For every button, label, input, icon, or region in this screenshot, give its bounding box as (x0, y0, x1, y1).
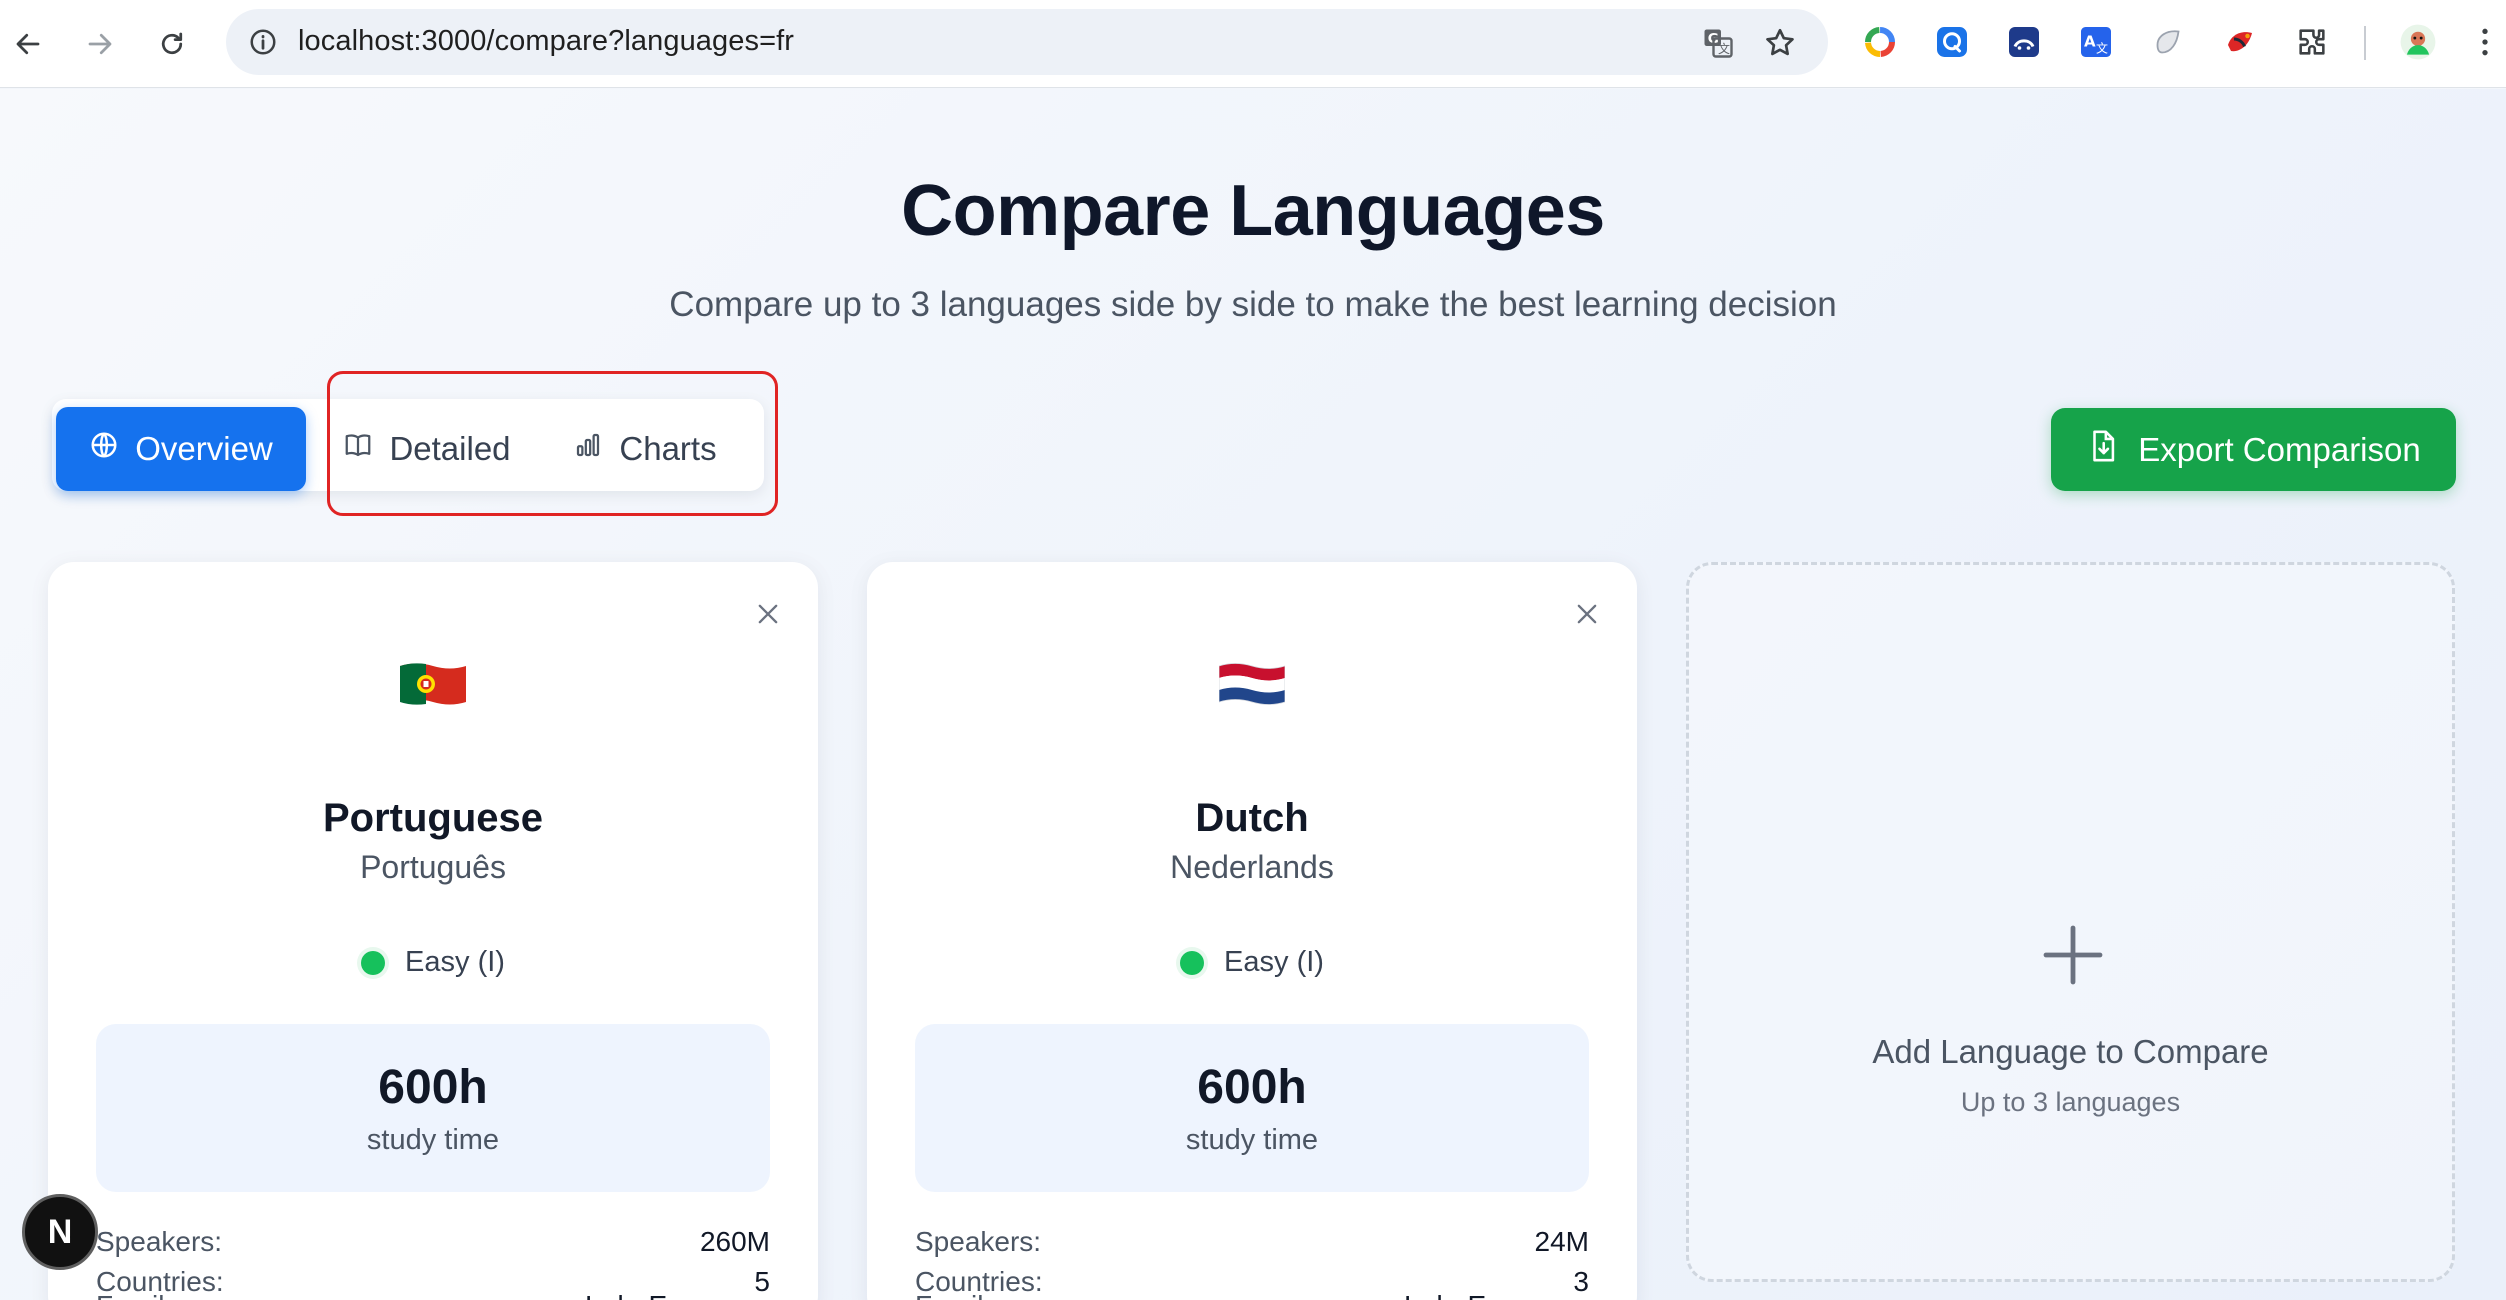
globe-icon (89, 430, 119, 468)
stat-value: 5 (754, 1266, 770, 1297)
tab-label: Charts (619, 430, 717, 467)
page-subtitle: Compare up to 3 languages side by side t… (669, 285, 1837, 324)
remove-language-close-icon[interactable] (1565, 592, 1609, 636)
tab-charts[interactable]: Charts (560, 407, 730, 491)
study-time-label: study time (1185, 1124, 1319, 1156)
language-card-dutch: Dutch Nederlands Easy (I) 600h study tim… (867, 562, 1637, 1300)
stat-row-speakers: Speakers: 260M (96, 1222, 770, 1262)
bookmark-star-icon[interactable] (1760, 23, 1800, 63)
difficulty-dot (361, 950, 386, 975)
add-language-card[interactable]: Add Language to Compare Up to 3 language… (1686, 562, 2455, 1282)
stat-value: 260M (699, 1226, 770, 1257)
stat-label: Countries: (915, 1266, 1043, 1297)
address-bar[interactable]: localhost:3000/compare?languages=fr G文 (226, 9, 1828, 75)
stat-value: 24M (1534, 1226, 1589, 1257)
plus-icon (2037, 919, 2109, 991)
tab-label: Detailed (389, 430, 511, 467)
svg-text:文: 文 (2096, 41, 2108, 56)
stat-value: 3 (1573, 1266, 1589, 1297)
svg-text:文: 文 (1718, 41, 1730, 56)
tab-label: Overview (135, 430, 273, 467)
book-icon (343, 430, 373, 468)
url-text[interactable]: localhost:3000/compare?languages=fr (298, 25, 794, 58)
compare-page: Compare Languages Compare up to 3 langua… (0, 89, 2506, 1300)
red-bird-extension-icon[interactable] (2220, 22, 2260, 62)
remove-language-close-icon[interactable] (746, 592, 790, 636)
extensions-icon[interactable] (2292, 22, 2332, 62)
back-icon[interactable] (2, 18, 54, 70)
language-name: Portuguese (322, 796, 544, 840)
reload-icon[interactable] (146, 18, 198, 70)
stat-label: Speakers: (915, 1226, 1042, 1257)
study-time-box: 600h study time (915, 1024, 1589, 1192)
site-info-icon[interactable] (244, 23, 282, 61)
netherlands-flag-icon (1218, 662, 1286, 706)
language-native-name: Nederlands (1170, 849, 1334, 885)
portugal-flag-icon (400, 662, 466, 706)
study-hours: 600h (378, 1061, 488, 1114)
difficulty-indicator: Easy (I) (48, 946, 818, 979)
difficulty-indicator: Easy (I) (867, 946, 1637, 979)
language-name: Dutch (1195, 796, 1309, 840)
add-language-title: Add Language to Compare (1872, 1033, 2269, 1070)
language-card-portuguese: Portuguese Português Easy (I) 600h study… (48, 562, 818, 1300)
difficulty-label: Easy (I) (405, 946, 505, 978)
chrome-menu-icon[interactable] (2470, 22, 2500, 62)
svg-text:A: A (2084, 33, 2096, 51)
language-native-name: Português (360, 849, 506, 885)
profile-avatar[interactable] (2398, 22, 2438, 62)
nextjs-dev-badge[interactable]: N (22, 1194, 98, 1270)
tab-overview[interactable]: Overview (56, 407, 306, 491)
toolbar-divider (2364, 26, 2366, 60)
blue-chat-extension-icon[interactable] (1932, 22, 1972, 62)
stat-row-countries: Countries: 3 (915, 1262, 1589, 1300)
page-title: Compare Languages (901, 171, 1605, 251)
export-button-label: Export Comparison (2138, 430, 2421, 468)
forward-icon[interactable] (74, 18, 126, 70)
stat-label: Speakers: (96, 1226, 223, 1257)
export-comparison-button[interactable]: Export Comparison (2051, 408, 2456, 491)
stat-label: Countries: (96, 1266, 224, 1297)
translate-extension-icon[interactable]: A文 (2076, 22, 2116, 62)
add-language-subtitle: Up to 3 languages (1960, 1087, 2181, 1117)
study-time-box: 600h study time (96, 1024, 770, 1192)
leaf-extension-icon[interactable] (2148, 22, 2188, 62)
difficulty-label: Easy (I) (1224, 946, 1324, 978)
study-time-label: study time (366, 1124, 500, 1156)
study-hours: 600h (1197, 1061, 1307, 1114)
browser-toolbar: localhost:3000/compare?languages=fr G文 A… (0, 0, 2506, 88)
bar-chart-icon (573, 430, 603, 468)
stat-row-countries: Countries: 5 (96, 1262, 770, 1300)
translate-icon[interactable]: G文 (1698, 23, 1738, 63)
stat-row-speakers: Speakers: 24M (915, 1222, 1589, 1262)
file-download-icon (2086, 429, 2120, 471)
difficulty-dot (1180, 950, 1205, 975)
tab-detailed[interactable]: Detailed (332, 407, 522, 491)
dark-blue-extension-icon[interactable] (2004, 22, 2044, 62)
color-ring-extension-icon[interactable] (1860, 22, 1900, 62)
